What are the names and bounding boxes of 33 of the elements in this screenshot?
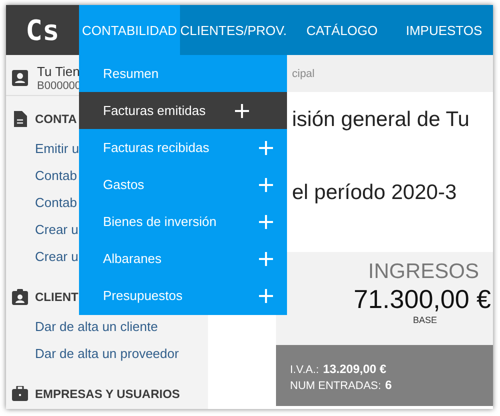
logo[interactable]: Cs [6,5,79,55]
detail-label: I.V.A.: [290,364,319,376]
detail-value: 13.209,00 € [322,362,386,376]
page-heading: el período 2020-3 [292,181,458,206]
menu-item[interactable]: Resumen [79,55,287,92]
nav-tab[interactable]: CATÁLOGO [287,5,397,55]
menu-item[interactable]: Presupuestos [79,277,287,314]
id-badge-icon [12,289,28,305]
breadcrumb[interactable]: cipal [292,68,315,80]
section-title: CONTA [35,112,77,126]
detail-value: 6 [385,378,392,392]
page-heading: isión general de Tu [292,108,470,133]
document-icon [12,111,28,127]
nav-tab[interactable]: IMPUESTOS [397,5,491,55]
section-title: EMPRESAS Y USUARIOS [35,387,180,401]
menu-item[interactable]: Gastos [79,166,287,203]
nav-tab[interactable]: CONTABILIDAD [79,5,180,55]
user-icon [12,70,28,86]
value-label: BASE [412,315,438,325]
sidebar-link[interactable]: Dar de alta un cliente [6,317,208,344]
menu-item[interactable]: Facturas emitidas [79,92,287,129]
menu-item[interactable]: Bienes de inversión [79,203,287,240]
briefcase-icon [12,386,28,402]
income-value: 71.300,00 € [352,284,491,315]
menu-item[interactable]: Albaranes [79,240,287,277]
nav-tab[interactable]: CLIENTES/PROV. [180,5,287,55]
menu-item[interactable]: Facturas recibidas [79,129,287,166]
sidebar-link[interactable]: Dar de alta un proveedor [6,344,208,371]
detail-label: NUM ENTRADAS: [290,380,382,392]
account-name: Tu Tien [37,63,81,80]
card-title: INGRESOS [367,260,480,284]
plus-icon[interactable] [235,104,249,118]
section-title: CLIENT [35,290,78,304]
